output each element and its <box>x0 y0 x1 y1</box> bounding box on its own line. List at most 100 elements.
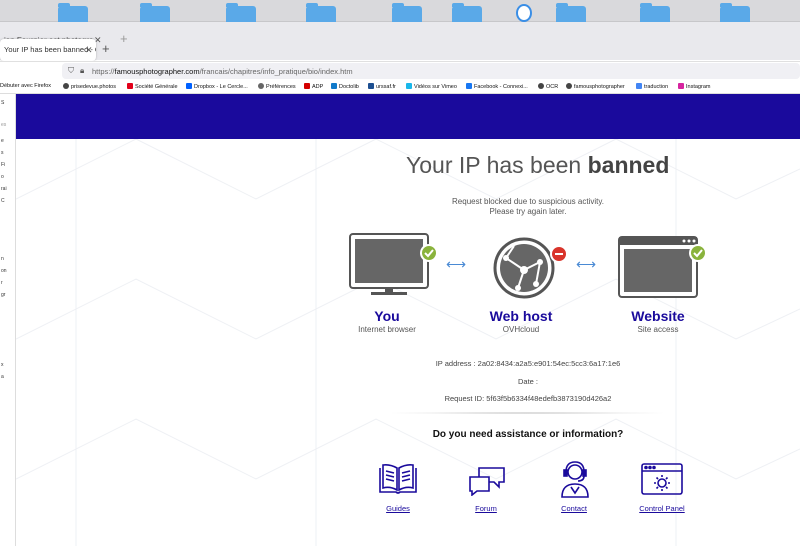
bookmark-item[interactable]: Dropbox - Le Cercle... <box>186 83 248 90</box>
tab-active[interactable]: Your IP has been banned - OVH <box>0 39 96 61</box>
book-icon[interactable] <box>378 462 418 501</box>
bidirectional-arrow-icon: ⟷ <box>446 256 467 272</box>
bookmarks-bar: Débuter avec Firefox prisedevue.photos S… <box>0 80 800 94</box>
bookmark-item[interactable]: Facebook - Connexi... <box>466 83 528 90</box>
forum-link[interactable]: Forum <box>446 504 526 513</box>
node-subtitle: Internet browser <box>358 325 416 334</box>
support-agent-icon[interactable] <box>558 459 592 504</box>
bookmark-item[interactable]: Doctolib <box>331 83 359 90</box>
desktop-top-strip <box>0 0 800 22</box>
guides-link[interactable]: Guides <box>358 504 438 513</box>
control-panel-link[interactable]: Control Panel <box>622 504 702 513</box>
control-panel-icon[interactable] <box>641 463 683 500</box>
bookmark-label: Instagram <box>686 84 711 90</box>
ip-address: IP address : 2a02:8434:a2a5:e901:54ec:5c… <box>435 359 621 368</box>
bank-icon <box>127 83 133 89</box>
adp-icon <box>304 83 310 89</box>
bookmark-label: Préférences <box>266 84 296 90</box>
bookmark-label: Société Générale <box>135 84 178 90</box>
sidebar-item[interactable]: rai <box>1 186 7 192</box>
bookmark-label: urssaf.fr <box>376 84 396 90</box>
sidebar-item[interactable]: gr <box>1 292 5 298</box>
url-path: /francais/chapitres/info_pratique/bio/in… <box>199 67 353 76</box>
sidebar-item[interactable]: a <box>1 374 4 380</box>
monitor-icon <box>349 233 429 302</box>
folder-icon[interactable] <box>306 3 336 22</box>
gear-icon <box>258 83 264 89</box>
globe-icon <box>63 83 69 89</box>
sidebar-item[interactable]: S <box>1 100 4 106</box>
sidebar-item[interactable]: n <box>1 256 4 262</box>
url-host: famousphotographer.com <box>114 67 200 76</box>
folder-icon[interactable] <box>392 3 422 22</box>
urssaf-icon <box>368 83 374 89</box>
url-field[interactable]: ⛉ 🔒︎ https://famousphotographer.com/fran… <box>62 63 800 79</box>
sidebar-item[interactable]: r <box>1 280 3 286</box>
sidebar-item[interactable]: e <box>1 138 4 144</box>
bookmark-label: famousphotographer <box>574 84 625 90</box>
network-globe-icon <box>492 236 556 305</box>
header-banner <box>16 94 800 139</box>
sidebar-item[interactable]: o <box>1 174 4 180</box>
check-badge-icon <box>689 244 707 262</box>
folder-icon[interactable] <box>58 3 88 22</box>
navigation-bar: ⛉ 🔒︎ https://famousphotographer.com/fran… <box>0 61 800 79</box>
google-icon <box>636 83 642 89</box>
bookmark-item[interactable]: Vidéos sur Vimeo <box>406 83 457 90</box>
lock-icon[interactable]: 🔒︎ <box>80 66 84 76</box>
dropbox-icon <box>186 83 192 89</box>
bookmark-label: Dropbox - Le Cercle... <box>194 84 248 90</box>
request-id: Request ID: 5f63f5b6334f48edefb3873190d4… <box>444 394 612 403</box>
bookmark-label: Vidéos sur Vimeo <box>414 84 457 90</box>
title-prefix: Your IP has been <box>406 152 588 178</box>
bookmark-item[interactable]: Préférences <box>258 83 296 90</box>
url-prefix: https:// <box>92 67 115 76</box>
folder-icon[interactable] <box>640 3 670 22</box>
sidebar-item[interactable]: es <box>1 122 6 128</box>
bookmark-item[interactable]: Instagram <box>678 83 710 90</box>
bookmark-item[interactable]: traduction <box>636 83 668 90</box>
bookmark-item[interactable]: OCR <box>538 83 558 90</box>
new-tab-icon[interactable]: + <box>102 41 110 56</box>
bookmark-label: Facebook - Connexi... <box>474 84 528 90</box>
bookmark-item[interactable]: urssaf.fr <box>368 83 396 90</box>
page-title: Your IP has been banned <box>406 152 669 179</box>
sidebar-item[interactable]: x <box>1 362 4 368</box>
app-icon[interactable] <box>516 4 532 22</box>
globe-icon <box>566 83 572 89</box>
bookmark-label: ADP <box>312 84 324 90</box>
folder-icon[interactable] <box>226 3 256 22</box>
sidebar-item[interactable]: on <box>1 268 7 274</box>
folder-icon[interactable] <box>140 3 170 22</box>
subtitle-line: Request blocked due to suspicious activi… <box>452 197 604 206</box>
folder-icon[interactable] <box>452 3 482 22</box>
bookmark-item[interactable]: Société Générale <box>127 83 178 90</box>
check-badge-icon <box>420 244 438 262</box>
instagram-icon <box>678 83 684 89</box>
ocr-icon <box>538 83 544 89</box>
bookmark-label: Doctolib <box>339 84 359 90</box>
bookmark-item[interactable]: prisedevue.photos <box>63 83 116 90</box>
subtitle-line: Please try again later. <box>489 207 567 216</box>
chat-bubbles-icon[interactable] <box>467 466 507 501</box>
folder-icon[interactable] <box>720 3 750 22</box>
new-tab-icon[interactable]: + <box>120 31 128 46</box>
bookmark-item[interactable]: ADP <box>304 83 323 90</box>
shield-icon[interactable]: ⛉ <box>68 66 74 76</box>
close-tab-icon[interactable]: ✕ <box>85 45 93 56</box>
sidebar-item[interactable]: Fi <box>1 162 5 168</box>
sidebar-item[interactable]: C <box>1 198 5 204</box>
folder-icon[interactable] <box>556 3 586 22</box>
bookmark-label: traduction <box>644 84 669 90</box>
bidirectional-arrow-icon: ⟷ <box>576 256 597 272</box>
bookmark-item[interactable]: Débuter avec Firefox <box>0 83 51 89</box>
title-bold: banned <box>587 152 670 178</box>
vimeo-icon <box>406 83 412 89</box>
assistance-heading: Do you need assistance or information? <box>432 429 624 440</box>
node-subtitle: Site access <box>637 325 679 334</box>
bookmark-label: Débuter avec Firefox <box>0 83 52 89</box>
contact-link[interactable]: Contact <box>534 504 614 513</box>
sidebar-item[interactable]: s <box>1 150 4 156</box>
divider <box>384 412 670 414</box>
bookmark-item[interactable]: famousphotographer <box>566 83 625 90</box>
